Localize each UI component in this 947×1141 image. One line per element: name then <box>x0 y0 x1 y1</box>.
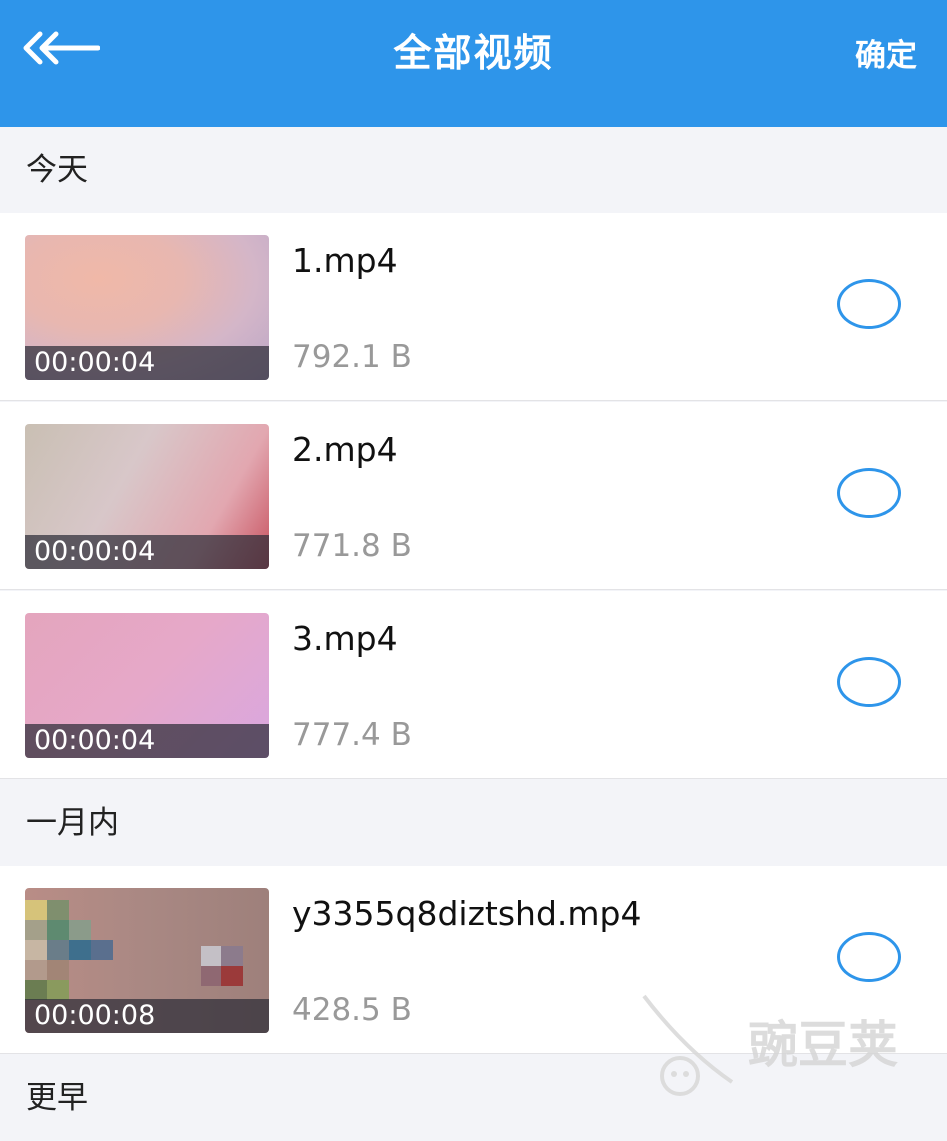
section-header-today: 今天 <box>0 127 947 213</box>
video-duration: 00:00:04 <box>25 724 269 758</box>
pixelated-area <box>221 966 243 986</box>
pixelated-area <box>47 960 69 980</box>
watermark-logo: 豌豆荚 <box>640 990 920 1100</box>
video-file-size: 771.8 B <box>292 528 412 564</box>
pixelated-area <box>47 900 69 920</box>
pixelated-area <box>25 980 47 1000</box>
video-thumbnail: 00:00:04 <box>25 235 269 380</box>
select-radio-button[interactable] <box>837 657 901 707</box>
page-title: 全部视频 <box>393 31 554 75</box>
pixelated-area <box>25 900 47 920</box>
pixelated-area <box>47 980 69 1000</box>
select-radio-button[interactable] <box>837 932 901 982</box>
pixelated-area <box>201 946 223 966</box>
pixelated-area <box>25 960 47 980</box>
video-file-size: 777.4 B <box>292 717 412 753</box>
video-duration: 00:00:04 <box>25 346 269 380</box>
pixelated-area <box>221 946 243 966</box>
pixelated-area <box>69 920 91 940</box>
video-file-name: 2.mp4 <box>292 430 398 469</box>
video-list-item[interactable]: 00:00:04 2.mp4 771.8 B <box>0 402 947 590</box>
pixelated-area <box>201 966 223 986</box>
video-duration: 00:00:08 <box>25 999 269 1033</box>
video-file-size: 428.5 B <box>292 992 412 1028</box>
top-app-bar: 全部视频 确定 <box>0 0 947 127</box>
pixelated-area <box>25 920 47 940</box>
pixelated-area <box>47 940 69 960</box>
select-radio-button[interactable] <box>837 279 901 329</box>
watermark-text: 豌豆荚 <box>748 1016 898 1074</box>
select-radio-button[interactable] <box>837 468 901 518</box>
video-file-name: 3.mp4 <box>292 619 398 658</box>
video-thumbnail: 00:00:04 <box>25 424 269 569</box>
video-file-name: y3355q8diztshd.mp4 <box>292 894 642 933</box>
pixelated-area <box>25 940 47 960</box>
video-thumbnail: 00:00:04 <box>25 613 269 758</box>
video-file-size: 792.1 B <box>292 339 412 375</box>
section-header-this-month: 一月内 <box>0 780 947 866</box>
video-list-item[interactable]: 00:00:04 1.mp4 792.1 B <box>0 213 947 401</box>
video-duration: 00:00:04 <box>25 535 269 569</box>
pixelated-area <box>91 940 113 960</box>
video-file-name: 1.mp4 <box>292 241 398 280</box>
confirm-button[interactable]: 确定 <box>855 30 917 75</box>
pixelated-area <box>69 940 91 960</box>
video-thumbnail: 00:00:08 <box>25 888 269 1033</box>
video-list-item[interactable]: 00:00:04 3.mp4 777.4 B <box>0 591 947 779</box>
pixelated-area <box>47 920 69 940</box>
